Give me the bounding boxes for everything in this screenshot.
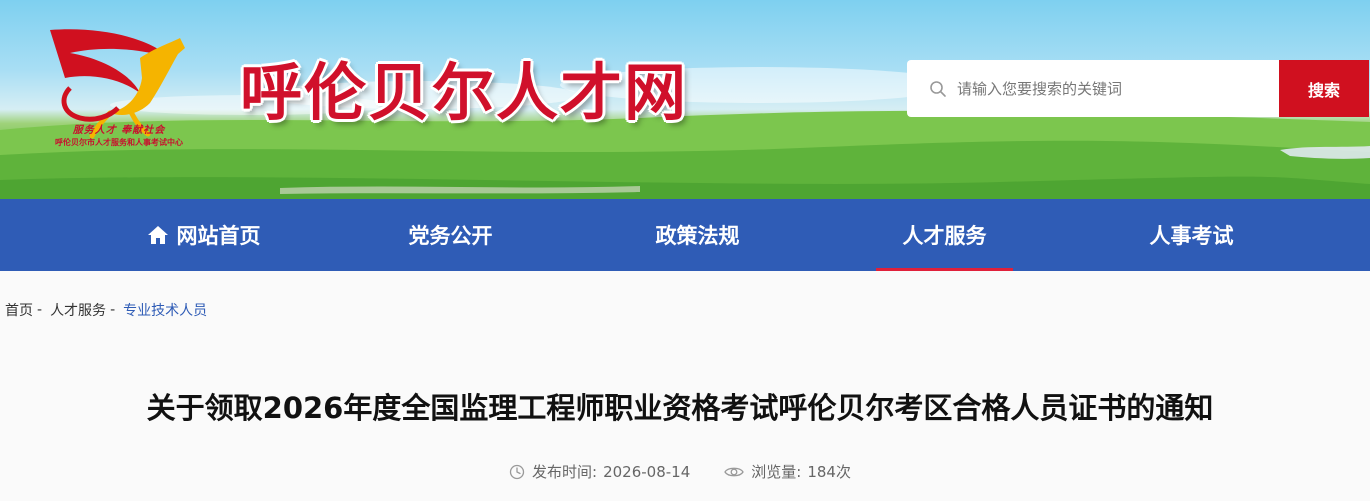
search-box xyxy=(907,60,1279,117)
header-banner: 服务人才 奉献社会 呼伦贝尔市人才服务和人事考试中心 呼伦贝尔人才网 搜索 xyxy=(0,0,1370,199)
publish-date: 2026-08-14 xyxy=(603,462,691,481)
nav-item-label: 政策法规 xyxy=(655,224,740,248)
search-icon xyxy=(930,80,946,97)
main-nav: 网站首页 党务公开 政策法规 人才服务 人事考试 xyxy=(0,199,1370,271)
publish-label: 发布时间: xyxy=(532,463,598,481)
logo-org-name: 呼伦贝尔市人才服务和人事考试中心 xyxy=(55,137,183,147)
eye-icon xyxy=(724,467,745,476)
nav-item-party-affairs[interactable]: 党务公开 xyxy=(327,199,574,271)
views-info: 浏览量: 184次 xyxy=(724,461,851,482)
views-label: 浏览量: xyxy=(751,463,802,481)
breadcrumb: 首页 - 人才服务 - 专业技术人员 xyxy=(5,300,207,320)
breadcrumb-home[interactable]: 首页 xyxy=(5,300,33,320)
views-count: 184次 xyxy=(807,463,851,481)
nav-item-label: 人事考试 xyxy=(1149,224,1234,248)
nav-item-label: 网站首页 xyxy=(176,224,261,248)
site-title: 呼伦贝尔人才网 xyxy=(240,56,689,129)
logo-slogan: 服务人才 奉献社会 xyxy=(72,125,166,136)
breadcrumb-talent-services[interactable]: 人才服务 xyxy=(50,300,106,320)
search-button[interactable]: 搜索 xyxy=(1279,60,1369,117)
nav-item-label: 人才服务 xyxy=(902,224,987,248)
nav-item-personnel-exams[interactable]: 人事考试 xyxy=(1068,199,1315,271)
nav-item-label: 党务公开 xyxy=(408,224,493,248)
nav-item-home[interactable]: 网站首页 xyxy=(80,199,327,271)
nav-item-talent-services[interactable]: 人才服务 xyxy=(821,199,1068,271)
breadcrumb-separator: - xyxy=(37,302,43,318)
publish-info: 发布时间: 2026-08-14 xyxy=(509,461,690,482)
breadcrumb-separator: - xyxy=(110,302,116,318)
nav-item-policies[interactable]: 政策法规 xyxy=(574,199,821,271)
clock-icon xyxy=(509,464,525,479)
logo-caption: 服务人才 奉献社会 呼伦贝尔市人才服务和人事考试中心 xyxy=(44,125,194,148)
breadcrumb-professional-staff[interactable]: 专业技术人员 xyxy=(123,300,207,320)
search-bar: 搜索 xyxy=(907,60,1369,117)
search-input[interactable] xyxy=(957,79,1257,98)
article-title: 关于领取2026年度全国监理工程师职业资格考试呼伦贝尔考区合格人员证书的通知 xyxy=(146,391,1214,425)
article-meta: 发布时间: 2026-08-14 浏览量: 184次 xyxy=(0,461,1360,482)
home-icon xyxy=(147,226,168,244)
